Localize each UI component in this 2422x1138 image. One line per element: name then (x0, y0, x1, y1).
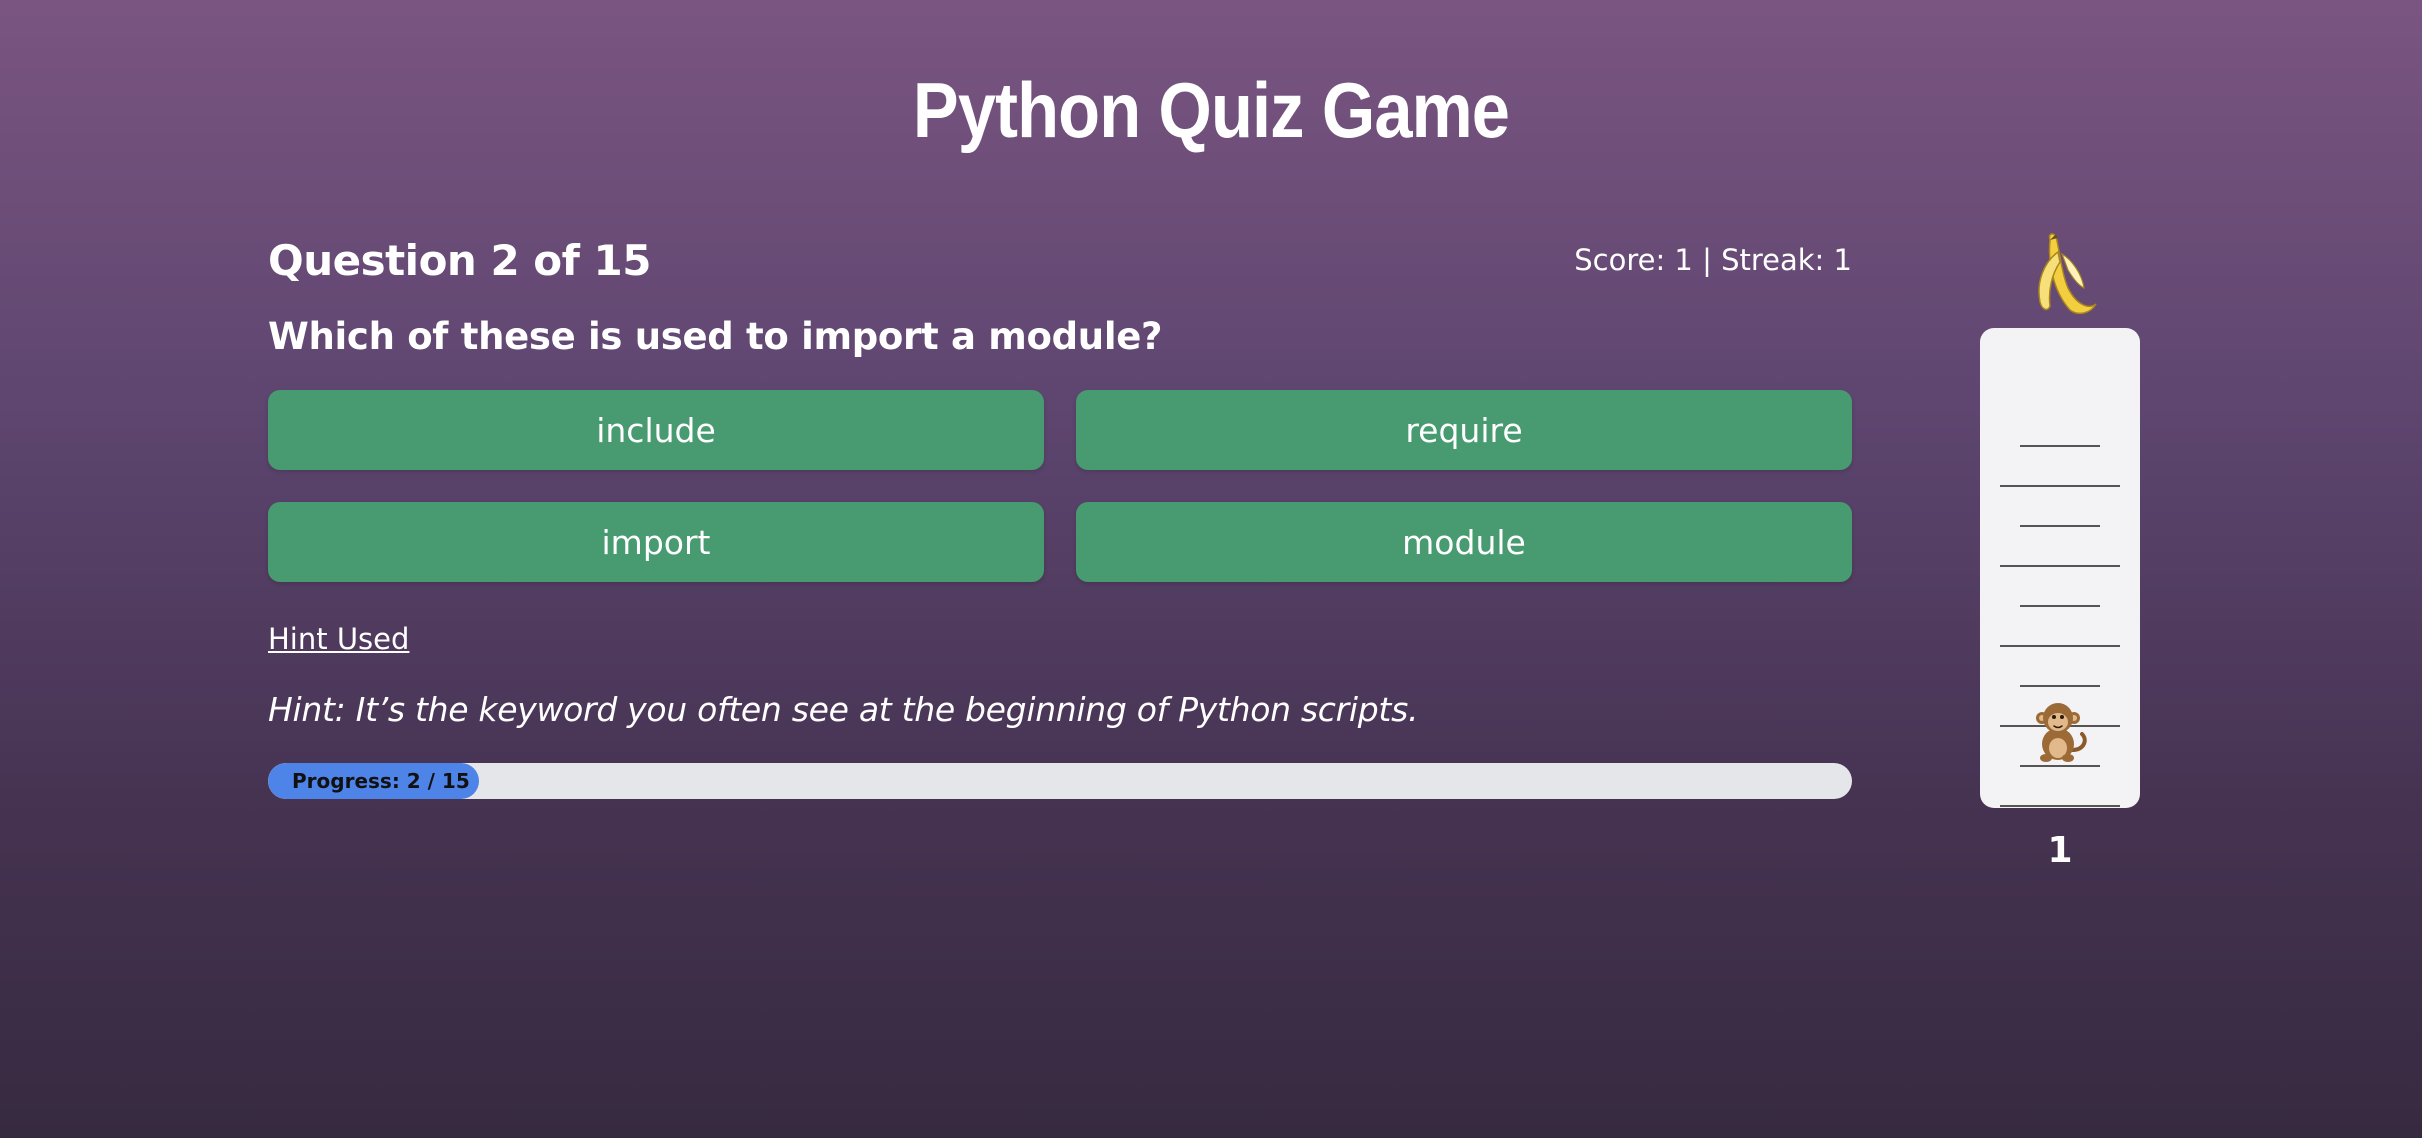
answer-button-include[interactable]: include (268, 390, 1044, 470)
pole-rung (2000, 565, 2120, 567)
answer-button-require[interactable]: require (1076, 390, 1852, 470)
pole-rung (2020, 605, 2100, 607)
pole-rung (2020, 685, 2100, 687)
hint-text: Hint: It’s the keyword you often see at … (268, 690, 1419, 729)
pole-rung (2000, 485, 2120, 487)
pole-rung (2020, 765, 2100, 767)
pole-rung (2000, 805, 2120, 807)
answer-button-module[interactable]: module (1076, 502, 1852, 582)
quiz-header: Question 2 of 15 Score: 1 | Streak: 1 (268, 230, 1852, 290)
monkey-icon (2036, 703, 2087, 762)
pole-rung (2000, 645, 2120, 647)
pole-rung (2020, 525, 2100, 527)
question-text: Which of these is used to import a modul… (268, 315, 1163, 358)
quiz-panel: Question 2 of 15 Score: 1 | Streak: 1 Wh… (268, 230, 1852, 799)
progress-bar: Progress: 2 / 15 (268, 763, 1852, 799)
hint-button[interactable]: Hint Used (268, 622, 409, 656)
progress-fill: Progress: 2 / 15 (268, 763, 480, 799)
banana-icon (2038, 233, 2097, 315)
answer-grid: include require import module (268, 390, 1852, 582)
answer-button-import[interactable]: import (268, 502, 1044, 582)
score-streak: Score: 1 | Streak: 1 (1574, 243, 1852, 277)
climb-height-value: 1 (2047, 830, 2073, 871)
progress-label: Progress: 2 / 15 (292, 769, 470, 793)
pole-rung (2020, 445, 2100, 447)
game-title: Python Quiz Game (912, 66, 1510, 154)
question-counter: Question 2 of 15 (268, 235, 651, 285)
